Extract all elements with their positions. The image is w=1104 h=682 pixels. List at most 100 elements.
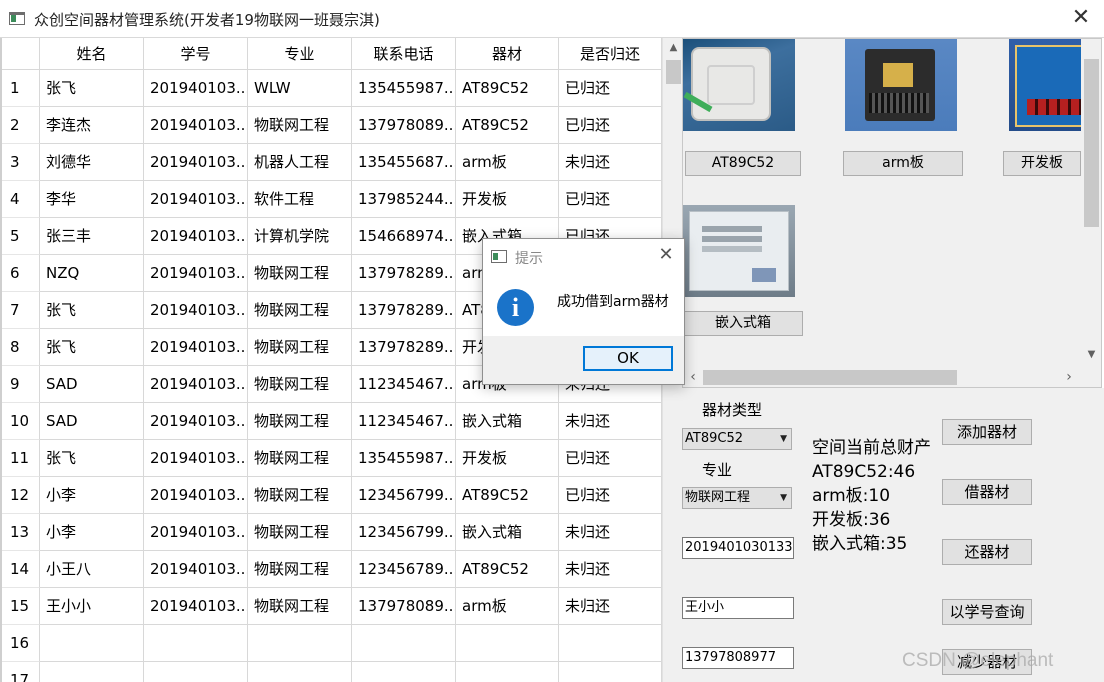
table-cell-major[interactable]: 机器人工程 (248, 144, 352, 181)
query-by-id-button[interactable]: 以学号查询 (942, 599, 1032, 625)
table-cell-phone[interactable]: 137985244... (352, 181, 456, 218)
table-cell-equipment[interactable]: 嵌入式箱 (456, 403, 559, 440)
borrow-equipment-button[interactable]: 借器材 (942, 479, 1032, 505)
table-cell-student-id[interactable] (144, 625, 248, 662)
table-cell-name[interactable]: NZQ (40, 255, 144, 292)
table-cell-name[interactable]: 王小小 (40, 588, 144, 625)
table-cell-major[interactable]: 计算机学院 (248, 218, 352, 255)
table-cell-returned[interactable]: 已归还 (559, 107, 662, 144)
table-cell-phone[interactable]: 135455987... (352, 440, 456, 477)
table-cell-returned[interactable]: 未归还 (559, 588, 662, 625)
table-cell-equipment[interactable]: AT89C52 (456, 107, 559, 144)
row-header[interactable]: 13 (2, 514, 40, 551)
gallery-vscroll-thumb[interactable] (1084, 59, 1099, 227)
row-header[interactable]: 2 (2, 107, 40, 144)
gallery-hscroll-thumb[interactable] (703, 370, 957, 385)
table-cell-equipment[interactable]: 开发板 (456, 440, 559, 477)
table-cell-phone[interactable]: 137978289... (352, 329, 456, 366)
table-cell-returned[interactable]: 已归还 (559, 477, 662, 514)
table-cell-name[interactable]: SAD (40, 403, 144, 440)
table-cell-name[interactable]: 张飞 (40, 70, 144, 107)
table-cell-equipment[interactable] (456, 662, 559, 682)
table-cell-major[interactable]: 物联网工程 (248, 292, 352, 329)
table-scroll-thumb[interactable] (666, 60, 681, 84)
table-cell-student-id[interactable]: 201940103... (144, 440, 248, 477)
table-cell-name[interactable] (40, 662, 144, 682)
table-cell-major[interactable]: 物联网工程 (248, 514, 352, 551)
row-header[interactable]: 16 (2, 625, 40, 662)
table-cell-phone[interactable] (352, 662, 456, 682)
ok-button[interactable]: OK (583, 346, 673, 371)
row-header[interactable]: 1 (2, 70, 40, 107)
row-header[interactable]: 5 (2, 218, 40, 255)
table-cell-major[interactable]: 物联网工程 (248, 329, 352, 366)
table-cell-student-id[interactable]: 201940103... (144, 292, 248, 329)
table-cell-equipment[interactable]: AT89C52 (456, 477, 559, 514)
row-header[interactable]: 3 (2, 144, 40, 181)
row-header[interactable]: 15 (2, 588, 40, 625)
gallery-button-arm[interactable]: arm板 (843, 151, 963, 176)
table-cell-returned[interactable]: 已归还 (559, 70, 662, 107)
column-header-returned[interactable]: 是否归还 (559, 38, 662, 70)
table-cell-returned[interactable]: 未归还 (559, 551, 662, 588)
gallery-button-embedded-box[interactable]: 嵌入式箱 (683, 311, 803, 336)
column-header-major[interactable]: 专业 (248, 38, 352, 70)
table-cell-student-id[interactable]: 201940103... (144, 329, 248, 366)
table-cell-major[interactable]: 物联网工程 (248, 477, 352, 514)
row-header[interactable]: 8 (2, 329, 40, 366)
table-cell-equipment[interactable] (456, 625, 559, 662)
table-cell-major[interactable]: 软件工程 (248, 181, 352, 218)
table-cell-phone[interactable]: 137978289... (352, 255, 456, 292)
table-cell-name[interactable]: 张飞 (40, 292, 144, 329)
table-cell-phone[interactable]: 135455987... (352, 70, 456, 107)
scroll-right-icon[interactable]: › (1059, 367, 1079, 387)
table-cell-phone[interactable]: 123456799... (352, 477, 456, 514)
table-cell-returned[interactable]: 未归还 (559, 403, 662, 440)
table-cell-equipment[interactable]: arm板 (456, 144, 559, 181)
row-header[interactable]: 4 (2, 181, 40, 218)
table-cell-student-id[interactable] (144, 662, 248, 682)
table-cell-name[interactable]: 小李 (40, 514, 144, 551)
table-cell-name[interactable]: 刘德华 (40, 144, 144, 181)
table-cell-equipment[interactable]: 开发板 (456, 181, 559, 218)
table-cell-phone[interactable]: 137978089... (352, 107, 456, 144)
table-cell-name[interactable]: 张飞 (40, 329, 144, 366)
table-cell-phone[interactable]: 112345467... (352, 403, 456, 440)
row-header[interactable]: 11 (2, 440, 40, 477)
table-corner[interactable] (2, 38, 40, 70)
table-cell-major[interactable]: 物联网工程 (248, 366, 352, 403)
table-cell-student-id[interactable]: 201940103... (144, 366, 248, 403)
row-header[interactable]: 6 (2, 255, 40, 292)
table-cell-phone[interactable]: 112345467... (352, 366, 456, 403)
row-header[interactable]: 9 (2, 366, 40, 403)
table-cell-name[interactable]: 李华 (40, 181, 144, 218)
gallery-horizontal-scrollbar[interactable]: ‹ › (683, 367, 1081, 387)
student-id-field[interactable]: 2019401030133 (682, 537, 794, 559)
table-cell-major[interactable]: 物联网工程 (248, 551, 352, 588)
table-cell-returned[interactable] (559, 662, 662, 682)
table-cell-student-id[interactable]: 201940103... (144, 514, 248, 551)
gallery-vertical-scrollbar[interactable]: ▼ (1081, 39, 1101, 369)
dialog-close-icon[interactable]: ✕ (655, 244, 677, 266)
row-header[interactable]: 14 (2, 551, 40, 588)
column-header-name[interactable]: 姓名 (40, 38, 144, 70)
name-field[interactable]: 王小小 (682, 597, 794, 619)
table-cell-phone[interactable]: 137978089... (352, 588, 456, 625)
table-cell-returned[interactable]: 未归还 (559, 514, 662, 551)
add-equipment-button[interactable]: 添加器材 (942, 419, 1032, 445)
table-cell-returned[interactable]: 已归还 (559, 440, 662, 477)
table-cell-major[interactable]: 物联网工程 (248, 588, 352, 625)
column-header-equipment[interactable]: 器材 (456, 38, 559, 70)
row-header[interactable]: 10 (2, 403, 40, 440)
row-header[interactable]: 7 (2, 292, 40, 329)
column-header-phone[interactable]: 联系电话 (352, 38, 456, 70)
table-cell-phone[interactable]: 154668974... (352, 218, 456, 255)
equipment-gallery[interactable]: AT89C52 arm板 开发板 嵌入式箱 ▼ ‹ › (682, 38, 1102, 388)
table-cell-major[interactable]: 物联网工程 (248, 440, 352, 477)
table-cell-student-id[interactable]: 201940103... (144, 70, 248, 107)
scroll-down-icon[interactable]: ▼ (1081, 345, 1101, 365)
table-cell-returned[interactable] (559, 625, 662, 662)
table-cell-returned[interactable]: 已归还 (559, 181, 662, 218)
table-cell-student-id[interactable]: 201940103... (144, 181, 248, 218)
table-cell-student-id[interactable]: 201940103... (144, 477, 248, 514)
